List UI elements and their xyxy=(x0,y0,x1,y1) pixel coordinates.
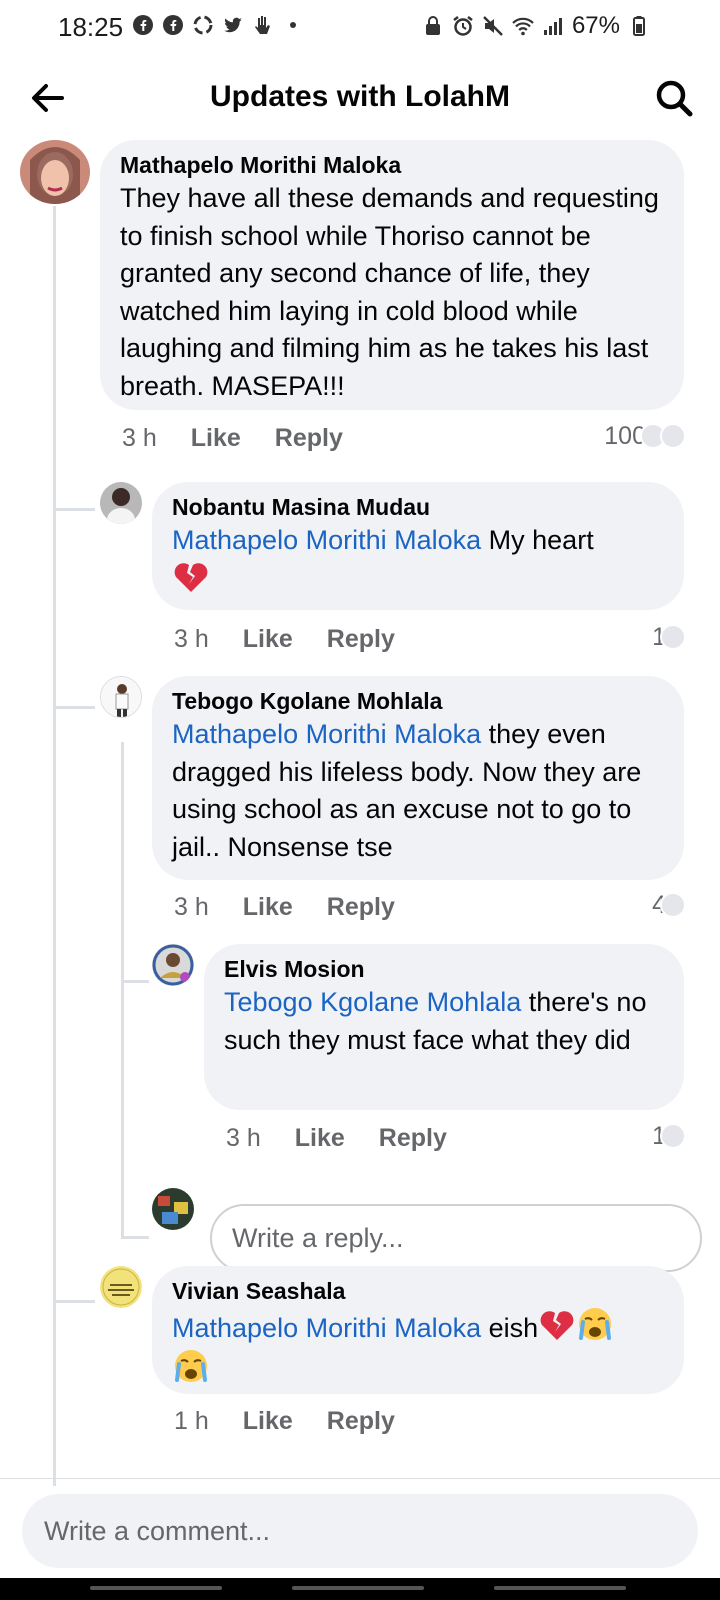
avatar[interactable] xyxy=(100,482,142,524)
status-bar: 18:25 67% xyxy=(0,0,720,52)
comment-bubble[interactable]: Nobantu Masina Mudau Mathapelo Morithi M… xyxy=(152,482,684,610)
system-nav-bar xyxy=(0,1578,720,1600)
reaction-count[interactable]: 100 xyxy=(604,419,686,453)
twitter-icon xyxy=(224,17,242,33)
comment-bubble[interactable]: Vivian Seashala Mathapelo Morithi Maloka… xyxy=(152,1266,684,1394)
profile-photo xyxy=(20,140,90,204)
comment-actions: 3 h Like Reply xyxy=(122,421,377,455)
thread-branch-2 xyxy=(53,706,95,709)
comment-author[interactable]: Mathapelo Morithi Maloka xyxy=(120,150,664,180)
lock-icon xyxy=(425,16,440,35)
comment-bubble[interactable]: Elvis Mosion Tebogo Kgolane Mohlala ther… xyxy=(204,944,684,1110)
current-user-avatar xyxy=(152,1188,194,1230)
comment-actions: 3 h Like Reply xyxy=(226,1121,481,1155)
avatar[interactable] xyxy=(20,140,90,204)
avatar[interactable] xyxy=(152,944,194,986)
mention-link[interactable]: Mathapelo Morithi Maloka xyxy=(172,525,481,555)
notification-icons xyxy=(132,14,296,36)
page-title: Updates with LolahM xyxy=(210,80,510,113)
reaction-icon xyxy=(660,892,686,918)
comment-author[interactable]: Vivian Seashala xyxy=(172,1276,664,1306)
comment-time: 3 h xyxy=(226,1123,261,1152)
mute-icon xyxy=(483,16,503,36)
search-icon[interactable] xyxy=(652,76,696,120)
comment-text: Mathapelo Morithi Maloka My heart xyxy=(172,522,664,599)
reply-input[interactable] xyxy=(210,1204,702,1272)
profile-photo xyxy=(100,1266,142,1308)
like-button[interactable]: Like xyxy=(243,893,293,922)
nav-back[interactable] xyxy=(494,1586,626,1590)
mention-link[interactable]: Mathapelo Morithi Maloka xyxy=(172,1313,481,1343)
crying-face-icon xyxy=(579,1308,612,1340)
profile-photo xyxy=(101,677,141,717)
comment-body: eish xyxy=(481,1313,539,1343)
comment-text: Mathapelo Morithi Maloka they even dragg… xyxy=(172,716,664,866)
thread-branch-reply xyxy=(121,1236,149,1239)
facebook-icon xyxy=(163,15,183,35)
battery-percent: 67% xyxy=(571,12,620,39)
comment-time: 3 h xyxy=(122,423,157,452)
like-button[interactable]: Like xyxy=(243,625,293,654)
wifi-icon xyxy=(512,17,534,36)
reaction-icon xyxy=(660,423,686,449)
status-time: 18:25 xyxy=(58,12,124,42)
composer-divider xyxy=(0,1478,720,1479)
more-notifications-dot xyxy=(290,22,296,28)
profile-photo xyxy=(152,944,194,986)
comment-actions: 3 h Like Reply xyxy=(174,890,429,924)
reply-button[interactable]: Reply xyxy=(327,893,395,922)
nav-recents[interactable] xyxy=(90,1586,222,1590)
comment-text: Mathapelo Morithi Maloka eish xyxy=(172,1306,664,1389)
thread-branch-5 xyxy=(53,1300,95,1303)
comment-author[interactable]: Elvis Mosion xyxy=(224,954,664,984)
app-header: Updates with LolahM xyxy=(0,60,720,136)
comment-time: 1 h xyxy=(174,1406,209,1435)
recycle-icon xyxy=(193,15,213,35)
thread-branch-1 xyxy=(53,508,95,511)
mention-link[interactable]: Tebogo Kgolane Mohlala xyxy=(224,987,521,1017)
alarm-icon xyxy=(453,16,473,36)
comment-author[interactable]: Tebogo Kgolane Mohlala xyxy=(172,686,664,716)
mention-link[interactable]: Mathapelo Morithi Maloka xyxy=(172,719,481,749)
reply-button[interactable]: Reply xyxy=(275,424,343,453)
comment-input[interactable] xyxy=(22,1494,698,1568)
comment-text: They have all these demands and requesti… xyxy=(120,183,659,401)
comment-time: 3 h xyxy=(174,624,209,653)
hand-icon xyxy=(255,16,270,34)
reaction-icon xyxy=(660,1123,686,1149)
profile-photo xyxy=(100,482,142,524)
thread-line-sub xyxy=(121,742,124,1238)
reaction-icon xyxy=(660,624,686,650)
comment-body: My heart xyxy=(481,525,594,555)
like-button[interactable]: Like xyxy=(191,424,241,453)
thread-line-main xyxy=(53,206,56,1486)
comment-actions: 1 h Like Reply xyxy=(174,1404,429,1438)
profile-photo xyxy=(152,1188,194,1230)
system-icons: 67% xyxy=(422,12,650,40)
comment-text: Tebogo Kgolane Mohlala there's no such t… xyxy=(224,984,664,1059)
reaction-count[interactable]: 1 xyxy=(652,1119,686,1153)
signal-icon xyxy=(543,18,562,35)
comment-author[interactable]: Nobantu Masina Mudau xyxy=(172,492,664,522)
reply-button[interactable]: Reply xyxy=(327,625,395,654)
comment-actions: 3 h Like Reply xyxy=(174,622,429,656)
thread-branch-4 xyxy=(121,980,149,983)
broken-heart-icon xyxy=(540,1311,574,1340)
like-button[interactable]: Like xyxy=(243,1407,293,1436)
comment-bubble[interactable]: Mathapelo Morithi Maloka They have all t… xyxy=(100,140,684,410)
reply-button[interactable]: Reply xyxy=(327,1407,395,1436)
battery-icon xyxy=(633,16,645,36)
comment-bubble[interactable]: Tebogo Kgolane Mohlala Mathapelo Morithi… xyxy=(152,676,684,880)
reply-button[interactable]: Reply xyxy=(379,1124,447,1153)
avatar[interactable] xyxy=(100,1266,142,1308)
broken-heart-icon xyxy=(174,562,208,592)
facebook-icon xyxy=(133,15,153,35)
comment-time: 3 h xyxy=(174,892,209,921)
reaction-count[interactable]: 4 xyxy=(652,888,686,922)
avatar[interactable] xyxy=(100,676,142,718)
reaction-count[interactable]: 1 xyxy=(652,620,686,654)
crying-face-icon xyxy=(175,1349,207,1382)
nav-home[interactable] xyxy=(292,1586,424,1590)
like-button[interactable]: Like xyxy=(295,1124,345,1153)
